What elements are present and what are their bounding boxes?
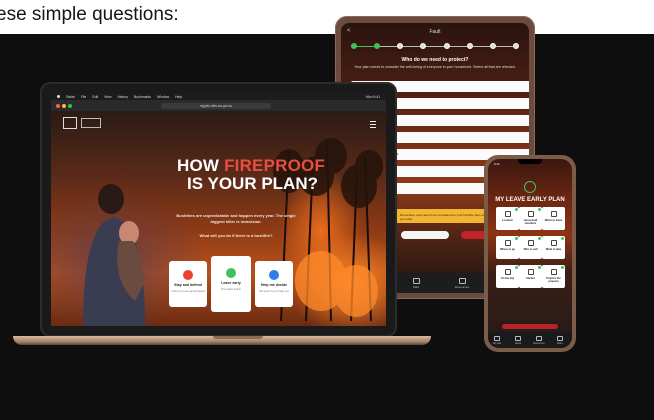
phone-notch — [518, 159, 542, 164]
pin-icon — [504, 211, 511, 217]
tab-more[interactable]: More — [553, 336, 567, 345]
close-window-icon[interactable] — [56, 103, 60, 108]
exit-icon — [226, 268, 236, 278]
progress-step-dot — [351, 43, 357, 49]
option-card-stay-defend[interactable]: Stay and defend Only if you are well pre… — [169, 261, 207, 307]
clock-icon — [550, 211, 557, 217]
laptop-notch — [213, 336, 263, 339]
check-icon — [561, 266, 564, 269]
calendar-icon — [504, 269, 511, 275]
progress-step-dot — [420, 43, 427, 49]
apple-icon[interactable] — [57, 95, 60, 98]
phone-title: MY LEAVE EARLY PLAN — [495, 197, 565, 203]
tile-household[interactable]: Household members — [519, 207, 542, 230]
home-icon — [412, 278, 420, 284]
hero-question: What will you do if there is a bushfire? — [199, 233, 273, 238]
family-figure-graphic — [83, 184, 145, 326]
phone-action-button[interactable] — [502, 324, 558, 329]
menu-item[interactable]: Window — [157, 95, 169, 99]
check-icon — [538, 237, 541, 240]
people-icon — [527, 211, 534, 217]
option-card-leave-early[interactable]: Leave early The safest option — [211, 256, 251, 312]
government-crest-icon — [63, 117, 77, 129]
progress-step-dot — [374, 43, 381, 49]
tile-shelter[interactable]: Shelter — [519, 265, 542, 288]
nav-resources[interactable]: Resources — [453, 278, 471, 289]
dfes-logo — [81, 118, 101, 128]
nav-start[interactable]: Start — [407, 278, 425, 289]
menu-item[interactable]: Safari — [66, 95, 75, 99]
hamburger-menu-icon[interactable] — [370, 121, 376, 128]
menu-item[interactable]: Edit — [92, 95, 98, 99]
menu-item[interactable]: Help — [175, 95, 182, 99]
mac-menubar: Safari File Edit View History Bookmarks … — [51, 93, 386, 100]
menu-item[interactable]: Bookmarks — [134, 95, 151, 99]
hero-heading-line1: HOW FIREPROOF — [177, 156, 326, 175]
check-icon — [538, 208, 541, 211]
tab-resources[interactable]: Resources — [532, 336, 546, 345]
laptop-base — [13, 336, 431, 345]
website-hero: HOW FIREPROOF IS YOUR PLAN? Bushfires ar… — [51, 111, 386, 326]
minimize-window-icon[interactable] — [62, 103, 66, 108]
menu-item[interactable]: History — [117, 95, 128, 99]
tile-what-to-take[interactable]: What to take — [542, 236, 565, 259]
progress-step-dot — [513, 43, 519, 49]
question-title: Who do we need to protect? — [401, 57, 469, 63]
laptop-device: Safari File Edit View History Bookmarks … — [40, 82, 397, 337]
tile-prepare-property[interactable]: Prepare the property — [542, 265, 565, 288]
tab-alerts[interactable]: Alerts — [511, 336, 525, 345]
browser-toolbar: myplan.dfes.wa.gov.au — [51, 100, 386, 111]
progress-step-dot — [397, 43, 404, 49]
tab-my-plan[interactable]: My plan — [490, 336, 504, 345]
phone-screen: 9:41 MY LEAVE EARLY PLAN Location Househ… — [488, 159, 572, 348]
progress-step-dot — [443, 43, 450, 49]
flame-icon — [183, 270, 193, 280]
menubar-clock: Mon 9:41 — [365, 94, 380, 99]
check-icon — [515, 266, 518, 269]
tablet-topbar-title: Fault — [429, 29, 441, 35]
document-icon — [550, 269, 557, 275]
plan-logo-icon — [524, 181, 536, 193]
progress-step-dot — [489, 43, 496, 49]
phone-icon — [527, 240, 534, 246]
back-button[interactable] — [401, 231, 449, 239]
marketing-composite: ese simple questions: < Fault Who do we … — [0, 0, 654, 420]
question-mark-icon — [269, 270, 279, 280]
progress-stepper — [351, 43, 519, 51]
address-bar[interactable]: myplan.dfes.wa.gov.au — [161, 102, 271, 109]
check-icon — [515, 208, 518, 211]
phone-device: 9:41 MY LEAVE EARLY PLAN Location Househ… — [484, 155, 576, 352]
option-card-help-decide[interactable]: Help me decide Not sure? Let us help you — [255, 261, 293, 307]
more-icon — [557, 336, 563, 341]
tile-where-to-go[interactable]: Where to go — [496, 236, 519, 259]
tile-when-to-leave[interactable]: When to leave — [542, 207, 565, 230]
check-icon — [538, 266, 541, 269]
hero-intro-text: Bushfires are unpredictable and happen e… — [176, 213, 296, 224]
question-subtitle: Your plan needs to consider the well-bei… — [354, 65, 516, 69]
tile-location[interactable]: Location — [496, 207, 519, 230]
zoom-window-icon[interactable] — [68, 103, 72, 108]
plan-icon — [494, 336, 500, 341]
menu-item[interactable]: View — [104, 95, 111, 99]
tile-who-to-call[interactable]: Who to call — [519, 236, 542, 259]
phone-tab-bar: My plan Alerts Resources More — [488, 332, 572, 348]
progress-step-dot — [466, 43, 473, 49]
menu-item[interactable]: File — [81, 95, 86, 99]
book-icon — [536, 336, 542, 341]
tile-on-the-day[interactable]: On the day — [496, 265, 519, 288]
bag-icon — [550, 240, 557, 246]
check-icon — [515, 237, 518, 240]
phone-status-time: 9:41 — [494, 162, 500, 166]
headline-text: ese simple questions: — [0, 4, 179, 25]
book-icon — [458, 278, 466, 284]
laptop-screen: Safari File Edit View History Bookmarks … — [51, 93, 386, 326]
check-icon — [561, 237, 564, 240]
house-icon — [527, 269, 534, 275]
bell-icon — [515, 336, 521, 341]
hero-heading-line2: IS YOUR PLAN? — [187, 174, 318, 193]
map-icon — [504, 240, 511, 246]
